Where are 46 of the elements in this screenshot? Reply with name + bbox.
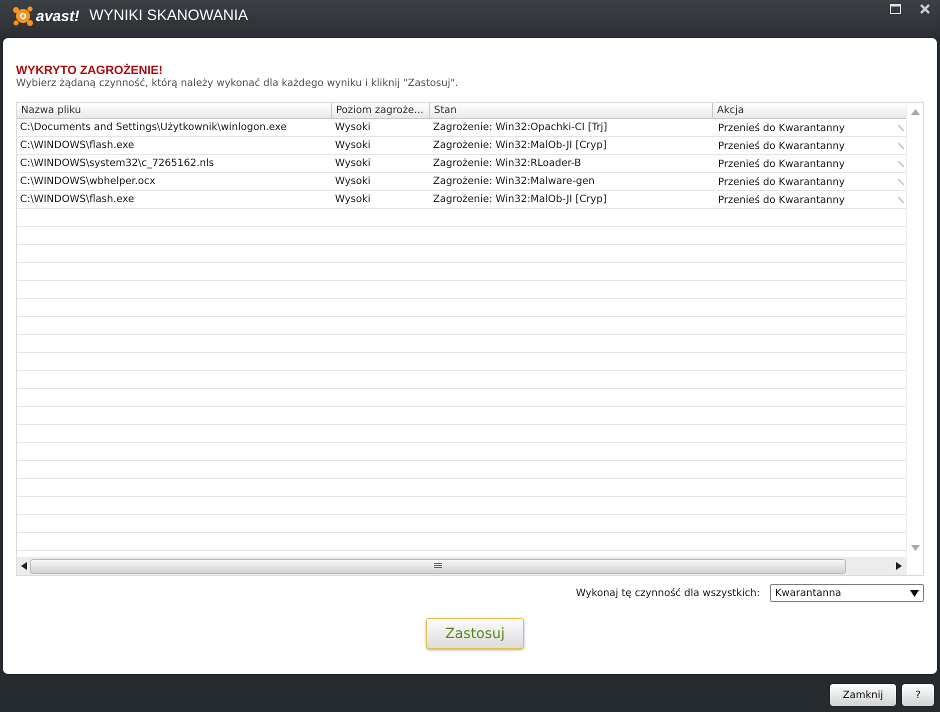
instruction-text: Wybierz żądaną czynność, którą należy wykonać dla każdego wyniku i kliknij "Zastosuj". — [16, 78, 460, 89]
table-cell-text: Wysoki — [334, 121, 372, 135]
pencil-icon[interactable] — [898, 197, 904, 203]
scroll-up-icon[interactable] — [910, 109, 920, 115]
table-cell-text: C:\WINDOWS\flash.exe — [19, 139, 136, 153]
table-cell-text: C:\WINDOWS\system32\c_7265162.nls — [19, 157, 215, 171]
table-cell-text: Wysoki — [334, 175, 372, 189]
pencil-icon[interactable] — [898, 161, 904, 167]
table-cell-text: Wysoki — [334, 157, 372, 171]
logo-text: avast! — [36, 8, 80, 24]
apply-all-label: Wykonaj tę czynność dla wszystkich: — [576, 588, 760, 598]
scroll-left-icon[interactable] — [21, 562, 27, 570]
action-dropdown[interactable]: Przenieś do Kwarantanny — [718, 192, 845, 208]
action-dropdown[interactable]: Przenieś do Kwarantanny — [718, 138, 845, 154]
action-dropdown[interactable]: Przenieś do Kwarantanny — [718, 120, 845, 136]
table-cell-text: Zagrożenie: Win32:MalOb-JI [Cryp] — [432, 139, 608, 153]
table-cell-text: C:\WINDOWS\wbhelper.ocx — [19, 175, 156, 189]
scroll-down-icon[interactable] — [910, 545, 920, 551]
table-cell-text: Wysoki — [334, 139, 372, 153]
table-cell-text: Wysoki — [334, 193, 372, 207]
action-dropdown[interactable]: Przenieś do Kwarantanny — [718, 174, 845, 190]
table-cell-text: C:\WINDOWS\flash.exe — [19, 193, 136, 207]
column-header[interactable]: Akcja — [713, 103, 906, 118]
window-title: WYNIKI SKANOWANIA — [89, 7, 248, 24]
close-icon[interactable] — [920, 4, 930, 14]
close-dialog-button[interactable]: Zamknij — [830, 684, 896, 706]
action-select[interactable]: Kwarantanna — [770, 584, 924, 602]
action-dropdown[interactable]: Przenieś do Kwarantanny — [718, 156, 845, 172]
pencil-icon[interactable] — [898, 143, 904, 149]
column-header[interactable]: Nazwa pliku — [17, 103, 332, 118]
table-cell-text: Zagrożenie: Win32:RLoader-B — [432, 157, 582, 171]
table-cell-text: Zagrożenie: Win32:Opachki-CI [Trj] — [432, 121, 608, 135]
scroll-right-icon[interactable] — [896, 562, 902, 570]
table-cell-text: Zagrożenie: Win32:Malware-gen — [432, 175, 596, 189]
table-cell-text: C:\Documents and Settings\Użytkownik\winlogon.exe — [19, 121, 288, 135]
caret-icon — [910, 590, 919, 596]
warning-heading: WYKRYTO ZAGROŻENIE! — [16, 63, 164, 77]
pencil-icon[interactable] — [898, 179, 904, 185]
column-header[interactable]: Poziom zagroże... — [332, 103, 430, 118]
column-header[interactable]: Stan — [430, 103, 713, 118]
logo-icon — [12, 5, 34, 27]
grip-icon — [434, 563, 442, 569]
table-cell-text: Zagrożenie: Win32:MalOb-JI [Cryp] — [432, 193, 608, 207]
pencil-icon[interactable] — [898, 125, 904, 131]
maximize-icon[interactable] — [890, 4, 901, 14]
help-button[interactable]: ? — [902, 684, 934, 706]
